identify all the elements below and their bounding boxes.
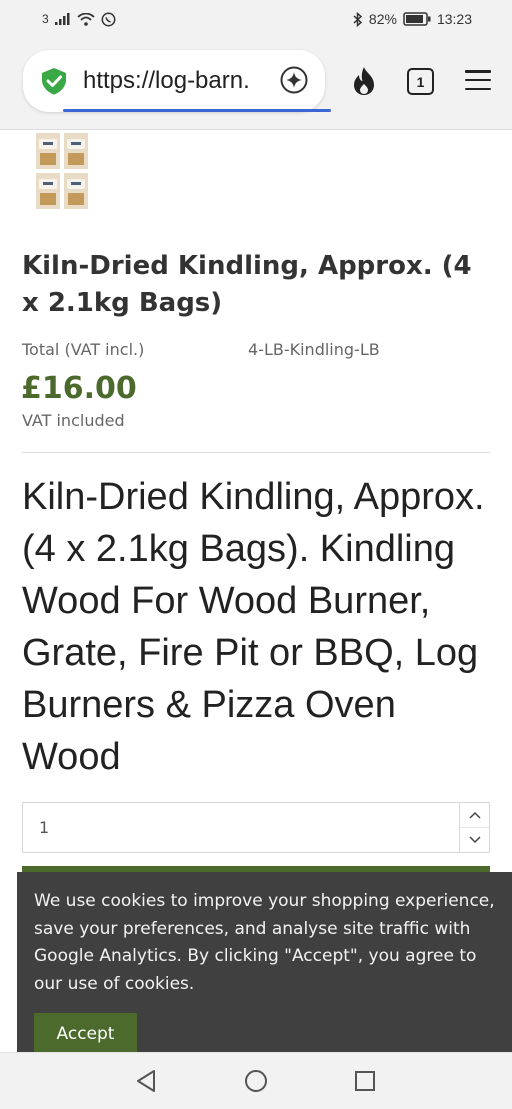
wifi-icon xyxy=(77,12,95,26)
tabs-icon[interactable]: 1 xyxy=(407,68,434,95)
chevron-up-icon xyxy=(468,811,481,819)
quantity-step-buttons xyxy=(459,803,489,852)
product-thumbnail[interactable] xyxy=(30,131,96,211)
system-nav-bar xyxy=(0,1052,512,1109)
home-icon[interactable] xyxy=(244,1069,268,1093)
battery-icon xyxy=(403,12,431,26)
bluetooth-icon xyxy=(353,11,363,27)
menu-icon[interactable] xyxy=(465,70,491,90)
product-sku: 4-LB-Kindling-LB xyxy=(248,340,380,359)
browser-toolbar: https://log-barn. 1 xyxy=(0,38,512,130)
fire-icon[interactable] xyxy=(350,66,378,96)
carrier-label: 3 xyxy=(42,12,49,26)
product-description-title: Kiln-Dried Kindling, Approx. (4 x 2.1kg … xyxy=(22,476,485,778)
url-text[interactable]: https://log-barn. xyxy=(83,67,268,95)
quantity-increase-button[interactable] xyxy=(460,803,489,828)
price-label: Total (VAT incl.) xyxy=(22,340,145,359)
signal-icon xyxy=(54,13,70,25)
quantity-stepper[interactable]: 1 xyxy=(22,802,490,853)
status-bar: 3 82% 13:23 xyxy=(0,0,512,38)
recents-icon[interactable] xyxy=(354,1069,376,1093)
tab-count: 1 xyxy=(416,73,425,90)
vat-note: VAT included xyxy=(22,411,125,430)
divider xyxy=(22,452,490,453)
chevron-down-icon xyxy=(468,836,481,844)
sparkle-icon[interactable] xyxy=(279,65,309,95)
page-load-progress xyxy=(63,109,331,112)
product-title: Kiln-Dried Kindling, Approx. (4 x 2.1kg … xyxy=(22,251,472,318)
quantity-decrease-button[interactable] xyxy=(460,828,489,852)
whatsapp-icon xyxy=(101,12,116,26)
battery-percent: 82% xyxy=(368,11,397,27)
quantity-input[interactable]: 1 xyxy=(23,818,459,837)
cookie-banner: We use cookies to improve your shopping … xyxy=(17,872,512,1052)
address-bar[interactable]: https://log-barn. xyxy=(23,50,331,112)
accept-cookies-button[interactable]: Accept xyxy=(34,1013,137,1052)
clock: 13:23 xyxy=(436,11,472,27)
product-price: £16.00 xyxy=(21,371,137,406)
back-icon[interactable] xyxy=(135,1069,157,1093)
cookie-message: We use cookies to improve your shopping … xyxy=(34,891,495,994)
shield-check-icon[interactable] xyxy=(39,66,69,96)
